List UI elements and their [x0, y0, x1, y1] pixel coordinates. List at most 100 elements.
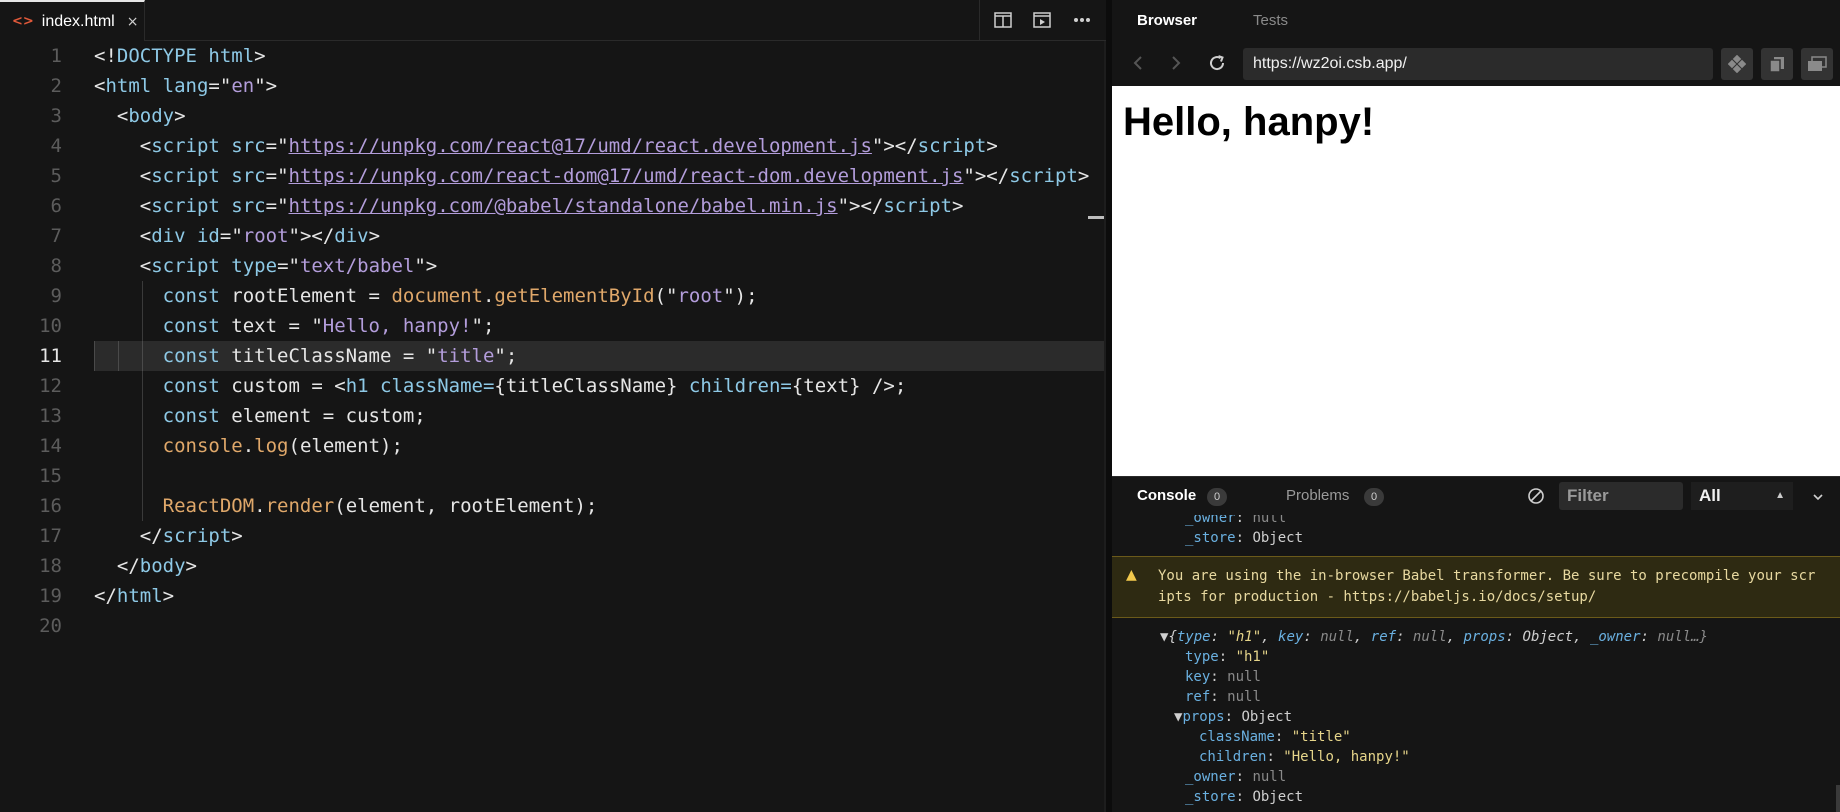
forward-icon[interactable] [1162, 49, 1190, 77]
code-token: "; [471, 315, 495, 337]
tab-label: index.html [41, 12, 115, 30]
code-link[interactable]: https://unpkg.com/react-dom@17/umd/react… [289, 165, 964, 187]
back-icon[interactable] [1124, 49, 1152, 77]
code-token: log [254, 435, 289, 457]
console-object-summary[interactable]: ▼{type: "h1", key: null, ref: null, prop… [1160, 628, 1708, 646]
line-number: 20 [39, 615, 62, 637]
code-line: <script src="https://unpkg.com/react-dom… [94, 161, 1106, 191]
console-prop-row: _store: Object [1185, 789, 1304, 805]
tab-console[interactable]: Console [1137, 477, 1196, 515]
code-token: id [185, 225, 220, 247]
code-token: root [677, 285, 724, 307]
browser-preview[interactable]: Hello, hanpy! [1112, 86, 1840, 476]
console-prop-row: _owner: null [1185, 515, 1286, 527]
line-number: 12 [39, 375, 62, 397]
code-token: > [1077, 165, 1090, 187]
code-token: rootElement = [219, 285, 392, 307]
code-line: </html> [94, 581, 1106, 611]
line-number-active: 11 [39, 345, 62, 367]
code-token: "; [494, 345, 518, 367]
code-line: <script src="https://unpkg.com/@babel/st… [94, 191, 1106, 221]
warning-icon: ▲ [1126, 567, 1137, 583]
console-prop-row: className: "title" [1199, 729, 1351, 745]
code-token: =" [208, 75, 232, 97]
code-token: (element); [288, 435, 403, 457]
summary-token: ref [1370, 629, 1397, 645]
tab-tests[interactable]: Tests [1253, 0, 1288, 41]
code-token: getElementById [494, 285, 655, 307]
console-filter-input[interactable]: Filter [1559, 482, 1683, 510]
tab-browser[interactable]: Browser [1137, 0, 1197, 41]
summary-token: key [1278, 629, 1304, 645]
prop-key: className [1199, 729, 1275, 745]
log-level-select[interactable]: All ▲ [1691, 482, 1793, 510]
console-log[interactable]: _owner: null _store: Object ▲ You are us… [1112, 515, 1840, 812]
code-editor[interactable]: <> index.html × 1 2 3 4 5 6 7 8 9 10 11 … [0, 0, 1106, 812]
code-token: < [116, 105, 129, 127]
more-icon[interactable] [1067, 6, 1097, 34]
code-token: script [151, 165, 220, 187]
tab-index-html[interactable]: <> index.html × [0, 0, 145, 41]
code-token: div [151, 225, 186, 247]
indent-guide [142, 401, 143, 431]
prop-value: "Hello, hanpy!" [1283, 749, 1410, 765]
console-prop-row: _owner: null [1185, 769, 1287, 785]
console-prop-row-expandable[interactable]: ▼props: Object [1174, 708, 1292, 726]
open-window-icon[interactable] [1761, 48, 1793, 80]
code-token: script [162, 525, 232, 547]
code-token: />; [860, 375, 907, 397]
prop-value: Object [1252, 530, 1304, 546]
summary-token: { [1168, 629, 1177, 645]
layout-icon[interactable] [1801, 48, 1833, 80]
code-token: = [780, 375, 792, 397]
warning-text: You are using the in-browser Babel trans… [1158, 568, 1816, 605]
html-file-icon: <> [12, 14, 34, 29]
split-editor-icon[interactable] [988, 6, 1018, 34]
code-link[interactable]: https://unpkg.com/@babel/standalone/babe… [289, 195, 838, 217]
code-line: console.log(element); [94, 431, 1106, 461]
clear-console-icon[interactable] [1527, 487, 1545, 505]
console-toolbar: Console 0 Problems 0 Filter All ▲ [1112, 476, 1840, 515]
code-token: "></ [963, 165, 1010, 187]
code-link[interactable]: https://unpkg.com/react@17/umd/react.dev… [289, 135, 872, 157]
code-token: div [334, 225, 369, 247]
summary-token: "h1" [1227, 629, 1262, 645]
indent-guide [142, 341, 143, 371]
console-scrollbar[interactable] [1836, 785, 1840, 812]
line-number: 10 [39, 315, 62, 337]
summary-token: Object [1522, 629, 1574, 645]
refresh-icon[interactable] [1203, 49, 1231, 77]
line-number: 7 [50, 225, 62, 247]
code-token: . [242, 435, 255, 457]
code-token: "></ [288, 225, 335, 247]
code-token: h1 [345, 375, 369, 397]
select-arrows-icon: ▲ [1775, 490, 1785, 501]
line-number: 2 [50, 75, 62, 97]
chevron-down-icon[interactable] [1811, 489, 1825, 503]
code-token: =" [265, 165, 289, 187]
indent-guide [142, 281, 143, 311]
browser-pane: Browser Tests https://wz2oi.csb.app/ Hel… [1112, 0, 1840, 812]
console-prop-row: children: "Hello, hanpy!" [1199, 749, 1410, 765]
prop-key: key [1185, 669, 1211, 685]
code-token: titleClassName = " [219, 345, 438, 367]
tab-problems[interactable]: Problems [1286, 477, 1349, 515]
code-token: < [139, 135, 152, 157]
preview-icon[interactable] [1027, 6, 1057, 34]
code-token: script [1009, 165, 1078, 187]
devtools-icon[interactable] [1721, 48, 1753, 80]
line-number: 5 [50, 165, 62, 187]
close-icon[interactable]: × [127, 14, 139, 30]
code-token: const [162, 405, 220, 427]
code-token: script [883, 195, 952, 217]
url-input[interactable]: https://wz2oi.csb.app/ [1243, 48, 1713, 80]
summary-token: type [1176, 629, 1211, 645]
code-token: > [368, 225, 381, 247]
code-area[interactable]: <!DOCTYPE html> <html lang="en"> <body> … [94, 41, 1106, 812]
prop-value: null [1252, 515, 1287, 526]
line-number: 19 [39, 585, 62, 607]
line-number: 1 [50, 45, 62, 67]
code-token: text = " [219, 315, 323, 337]
tab-bar-divider [979, 0, 980, 41]
